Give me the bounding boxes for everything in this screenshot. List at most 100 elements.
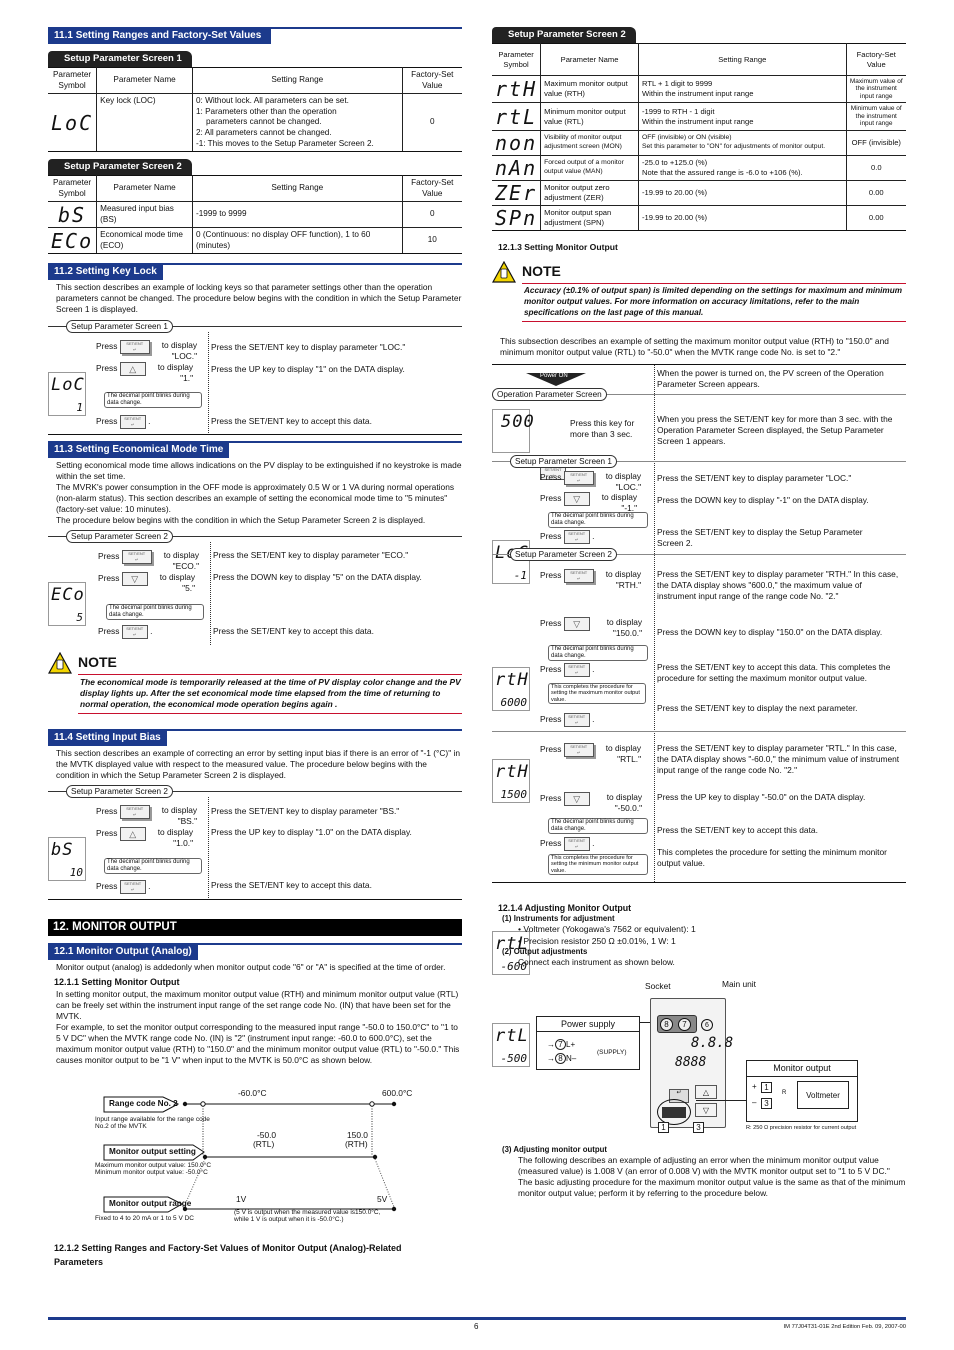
blink-note: The decimal point blinks during data cha… xyxy=(106,604,204,620)
monitor-output-box: Monitor output + 1 – 3 R Voltmeter xyxy=(746,1060,858,1122)
press-label: Press xyxy=(96,806,118,817)
wiring-diagram: Socket Main unit Power supply → 7 L+ → 8 N– … xyxy=(536,976,866,1136)
set-ent-key[interactable]: SET/ENT ↵ xyxy=(563,530,590,544)
note-economical: NOTE The economical mode is temporarily … xyxy=(48,652,462,715)
set-ent-key[interactable]: SET/ENT ↵ xyxy=(119,340,150,354)
set-ent-key[interactable]: SET/ENT ↵ xyxy=(119,880,146,894)
set-ent-key[interactable]: SET/ENT ↵ xyxy=(563,471,594,485)
terminal-7: 7 xyxy=(555,1039,566,1050)
caution-hand-icon xyxy=(48,652,72,674)
step-desc: Press the UP key to display "1" on the D… xyxy=(211,364,405,374)
param-range: -19.99 to 20.00 (%) xyxy=(637,179,847,206)
lcd-display: LoC-1 xyxy=(492,540,530,584)
col-header: Factory-Set Value xyxy=(401,175,462,202)
press-label: Press xyxy=(540,838,562,849)
down-key[interactable]: ▽ xyxy=(121,572,148,586)
step-desc: Press the DOWN key to display "150.0" on… xyxy=(657,627,883,637)
press-label: Press xyxy=(98,573,120,584)
param-range: -1999 to RTH - 1 digit Within the instrum… xyxy=(637,102,847,131)
press-label: Press xyxy=(540,570,562,581)
key-lock-procedure: Setup Parameter Screen 1 LoC 1 Press SET… xyxy=(48,320,462,435)
screen-label: Setup Parameter Screen 2 xyxy=(66,530,173,543)
section-title: 11.4 Setting Input Bias xyxy=(48,731,167,746)
chapter-title: 12. MONITOR OUTPUT xyxy=(48,919,462,936)
set-ent-key[interactable]: SET/ENT ↵ xyxy=(563,713,590,727)
range-line: -25.0 to +125.0 (%) xyxy=(641,158,708,168)
minus-sign: – xyxy=(752,1098,757,1107)
down-key[interactable]: ▽ xyxy=(563,792,590,806)
section-11-1: 11.1 Setting Ranges and Factory-Set Valu… xyxy=(48,27,462,44)
press-label: Press xyxy=(96,828,118,839)
list-item: • Voltmeter (Yokogawa's 7562 or equivale… xyxy=(518,924,696,935)
blink-note: The decimal point blinks during data cha… xyxy=(548,645,648,661)
step: Press SET/ENT ↵ to display "LOC." xyxy=(540,471,652,493)
lcd-data: 10 xyxy=(69,866,83,879)
step-desc: Press the SET/ENT key to display paramet… xyxy=(657,743,900,775)
parameter-table: Parameter Symbol Parameter Name Setting … xyxy=(48,67,462,153)
rth-label: (RTH) xyxy=(345,1139,368,1149)
set-ent-key[interactable]: SET/ENT ↵ xyxy=(563,837,590,851)
table-row: ECo Economical mode time (ECO) 0 (Contin… xyxy=(48,227,462,254)
down-key[interactable]: ▽ xyxy=(563,617,590,631)
set-ent-key[interactable]: SET/ENT ↵ xyxy=(121,625,148,639)
range-line: 1: Parameters other than the operation xyxy=(195,106,337,116)
step-desc: Press the DOWN key to display "-1" on th… xyxy=(657,495,869,505)
set-ent-key[interactable]: SET/ENT ↵ xyxy=(563,743,594,757)
step: Press ▽ to display "5." xyxy=(98,572,208,594)
set-ent-key[interactable]: SET/ENT ↵ xyxy=(119,415,146,429)
subsection-title: 12.1.2 Setting Ranges and Factory-Set Va… xyxy=(54,1243,402,1267)
set-ent-key[interactable]: SET/ENT ↵ xyxy=(119,805,150,819)
range-line: parameters cannot be changed. xyxy=(205,117,322,127)
display-label: to display "RTL." xyxy=(605,743,642,764)
up-key[interactable]: △ xyxy=(119,827,146,841)
rtl-label: (RTL) xyxy=(253,1139,275,1149)
subsection-12-1-3: 12.1.3 Setting Monitor Output xyxy=(492,242,906,253)
press-label: Press xyxy=(540,793,562,804)
set-ent-key[interactable]: SET/ENT ↵ xyxy=(563,569,594,583)
section-intro: Monitor output (analog) is addedonly whe… xyxy=(56,962,446,972)
display-label: to display "1." xyxy=(157,362,194,383)
output-caption: Fixed to 4 to 20 mA or 1 to 5 V DC xyxy=(95,1215,194,1222)
step: Press △ to display "1.0." xyxy=(96,827,206,849)
col-header: Setting Range xyxy=(637,43,847,76)
param-name: Visibility of monitor output adjustment … xyxy=(540,129,639,156)
step-desc: Press the SET/ENT key to display paramet… xyxy=(211,342,406,352)
display-label: . xyxy=(592,664,595,675)
col-header: Factory-Set Value xyxy=(401,67,462,94)
lcd-data: 1500 xyxy=(500,788,528,801)
section-intro: This section describes an example of loc… xyxy=(56,282,462,314)
step: Press ▽ to display "150.0." xyxy=(540,617,652,639)
main-unit-label: Main unit xyxy=(722,979,756,989)
param-value: Minimum value of the instrument input ra… xyxy=(845,102,906,131)
press-label: Press xyxy=(96,881,118,892)
step: Press SET/ENT ↵ . xyxy=(96,415,150,429)
step-desc: When the power is turned on, the PV scre… xyxy=(657,368,884,389)
lcd-pv: rtH xyxy=(495,670,529,690)
range-line: -1: This moves to the Setup Parameter Sc… xyxy=(195,138,374,148)
paragraph: Setting economical mode time allows indi… xyxy=(56,460,462,481)
section-bar: 11.1 Setting Ranges and Factory-Set Valu… xyxy=(48,27,462,44)
lcd-pv: bS xyxy=(51,840,74,860)
range-line: Set this parameter to "ON" for adjustmen… xyxy=(641,142,826,150)
step: Press SET/ENT ↵ . xyxy=(540,713,594,727)
set-ent-key[interactable]: SET/ENT ↵ xyxy=(563,663,590,677)
item-text: The following describes an example of ad… xyxy=(518,1154,906,1198)
caption-line: Minimum monitor output value: -50.0°C xyxy=(95,1169,208,1177)
param-name: Monitor output span adjustment (SPN) xyxy=(540,204,639,231)
rtl-marker xyxy=(200,1101,206,1107)
down-key[interactable]: ▽ xyxy=(563,492,590,506)
step: Press ▽ to display "-1." xyxy=(540,492,652,514)
step-desc: Press the SET/ENT key to accept this dat… xyxy=(211,416,372,426)
screen-divider: Setup Parameter Screen 2 xyxy=(492,548,906,561)
step-desc: Press the SET/ENT key to display paramet… xyxy=(211,806,400,816)
up-key[interactable]: △ xyxy=(119,362,146,376)
item-title: (2) Output adjustments xyxy=(502,947,588,957)
press-label: Press xyxy=(540,618,562,629)
step-desc: Press the SET/ENT key to accept this dat… xyxy=(211,880,372,890)
set-ent-key[interactable]: SET/ENT ↵ xyxy=(121,550,152,564)
supply-label: (SUPPLY) xyxy=(597,1049,627,1056)
parameter-table: Parameter Symbol Parameter Name Setting … xyxy=(492,43,906,231)
step: Press SET/ENT ↵ to display "LOC." xyxy=(96,340,206,362)
monitor-params-table-block: Setup Parameter Screen 2 Parameter Symbo… xyxy=(492,27,906,231)
subsection-title: 12.1.4 Adjusting Monitor Output xyxy=(498,903,632,913)
